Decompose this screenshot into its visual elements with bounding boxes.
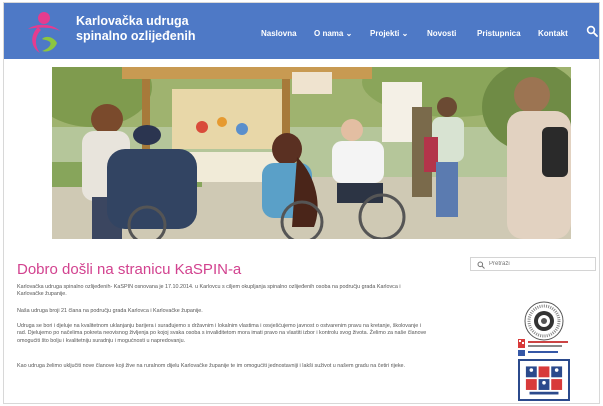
site-title[interactable]: Karlovačka udruga spinalno ozlijeđenih: [76, 14, 195, 44]
site-title-line-1: Karlovačka udruga: [76, 14, 189, 28]
intro-paragraph-4: Kao udruga želimo uključiti nove članove…: [17, 363, 406, 369]
intro-paragraph-2: Naša udruga broji 21 člana na području g…: [17, 308, 203, 314]
search-input[interactable]: [489, 259, 589, 269]
nav-novosti[interactable]: Novosti: [427, 29, 456, 38]
nav-projekti[interactable]: Projekti ⌄: [370, 29, 408, 38]
nav-kontakt[interactable]: Kontakt: [538, 29, 568, 38]
site-title-line-2: spinalno ozlijeđenih: [76, 29, 196, 43]
hero-photo: [52, 67, 571, 239]
nav-naslovna[interactable]: Naslovna: [261, 29, 297, 38]
chevron-down-icon: ⌄: [345, 29, 353, 38]
partner-logos[interactable]: [518, 337, 570, 357]
page-title: Dobro došli na stranicu KaSPIN-a: [17, 261, 242, 278]
nav-label: O nama: [314, 29, 344, 38]
search-icon[interactable]: [586, 25, 598, 37]
nav-label: Projekti: [370, 29, 400, 38]
page: Karlovačka udruga spinalno ozlijeđenih N…: [3, 2, 600, 404]
chevron-down-icon: ⌄: [401, 29, 409, 38]
logo-icon[interactable]: [22, 9, 66, 55]
nav-o-nama[interactable]: O nama ⌄: [314, 29, 352, 38]
nav-pristupnica[interactable]: Pristupnica: [477, 29, 521, 38]
site-header: Karlovačka udruga spinalno ozlijeđenih N…: [4, 3, 599, 59]
accessibility-badge[interactable]: [518, 359, 570, 401]
search-icon: [477, 261, 485, 269]
intro-paragraph-1: Karlovačka udruga spinalno ozlijeđenih- …: [17, 284, 401, 298]
sidebar-search[interactable]: [470, 257, 596, 271]
intro-paragraph-3: Udruga se bori i djeluje na kvalitetnom …: [17, 323, 427, 344]
